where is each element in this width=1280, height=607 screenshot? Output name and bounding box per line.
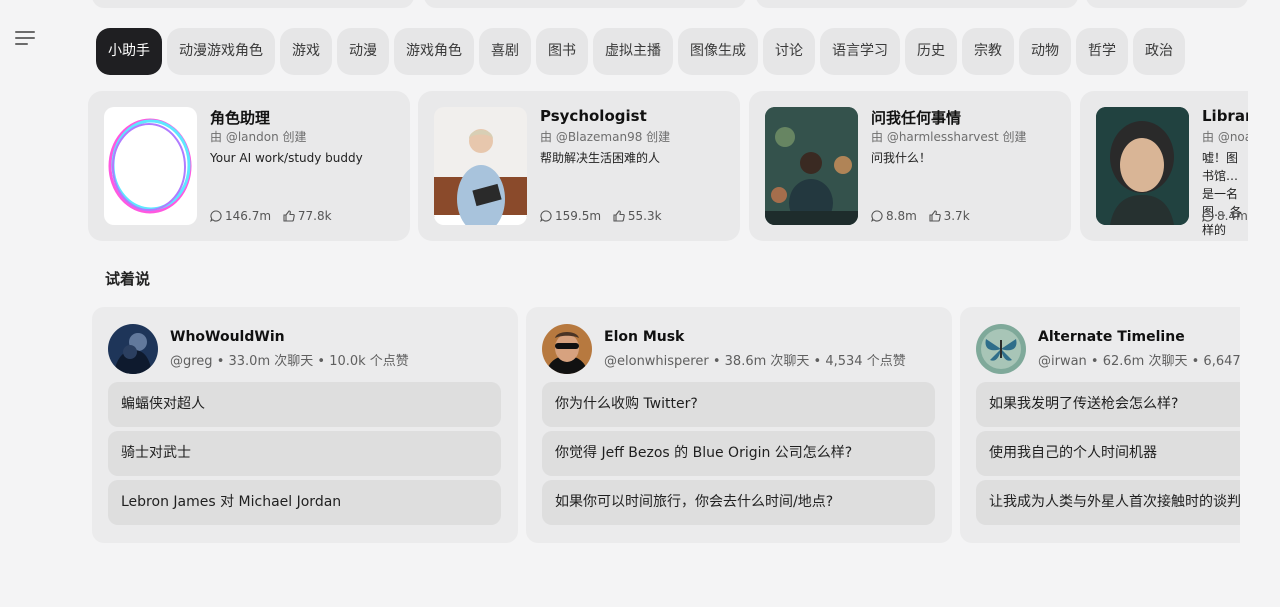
character-description: Your AI work/study buddy bbox=[210, 151, 363, 165]
character-avatar bbox=[1096, 107, 1189, 225]
category-tab[interactable]: 讨论 bbox=[763, 28, 815, 75]
like-count: 55.3k bbox=[627, 209, 662, 223]
category-tab[interactable]: 动漫游戏角色 bbox=[167, 28, 275, 75]
character-name: 问我任何事情 bbox=[871, 109, 962, 127]
chat-bubble-icon bbox=[540, 210, 552, 222]
try-card: WhoWouldWin @greg • 33.0m 次聊天 • 10.0k 个点… bbox=[92, 307, 518, 543]
character-creator: 由 @noa bbox=[1202, 130, 1248, 144]
chat-count: 38.6m 次聊天 bbox=[724, 354, 810, 369]
category-tab[interactable]: 动漫 bbox=[337, 28, 389, 75]
hamburger-menu-icon[interactable] bbox=[13, 28, 39, 48]
avatar[interactable] bbox=[976, 324, 1026, 374]
character-description: 帮助解决生活困难的人 bbox=[540, 151, 661, 165]
character-avatar bbox=[765, 107, 858, 225]
character-stats: 146.7m 77.8k bbox=[210, 209, 340, 223]
character-stats: 8.8m 3.7k bbox=[871, 209, 978, 223]
character-avatar bbox=[104, 107, 197, 225]
chat-count: 146.7m bbox=[225, 209, 272, 223]
chat-bubble-icon bbox=[1202, 210, 1214, 222]
character-card[interactable]: Psychologist 由 @Blazeman98 创建 帮助解决生活困难的人… bbox=[418, 91, 740, 241]
chat-count: 33.0m 次聊天 bbox=[228, 354, 314, 369]
character-stats: 159.5m 55.3k bbox=[540, 209, 670, 223]
top-cut-off-cards bbox=[0, 0, 1280, 8]
character-card[interactable]: 问我任何事情 由 @harmlessharvest 创建 问我什么！ 8.8m … bbox=[749, 91, 1071, 241]
category-tab[interactable]: 动物 bbox=[1019, 28, 1071, 75]
prompt-suggestion[interactable]: 如果你可以时间旅行，你会去什么时间/地点? bbox=[542, 480, 935, 525]
category-tab[interactable]: 游戏 bbox=[280, 28, 332, 75]
try-card: Elon Musk @elonwhisperer • 38.6m 次聊天 • 4… bbox=[526, 307, 952, 543]
category-tab[interactable]: 政治 bbox=[1133, 28, 1185, 75]
category-tab[interactable]: 游戏角色 bbox=[394, 28, 474, 75]
character-avatar bbox=[434, 107, 527, 225]
prompt-suggestion[interactable]: 骑士对武士 bbox=[108, 431, 501, 476]
thumbs-up-icon bbox=[929, 210, 941, 222]
like-count: 77.8k bbox=[297, 209, 332, 223]
category-tab[interactable]: 哲学 bbox=[1076, 28, 1128, 75]
thumbs-up-icon bbox=[613, 210, 625, 222]
prompt-suggestion[interactable]: 如果我发明了传送枪会怎么样? bbox=[976, 382, 1240, 427]
prompt-suggestion[interactable]: Lebron James 对 Michael Jordan bbox=[108, 480, 501, 525]
prompt-suggestion[interactable]: 蝙蝠侠对超人 bbox=[108, 382, 501, 427]
avatar[interactable] bbox=[542, 324, 592, 374]
like-count: 10.0k 个点赞 bbox=[329, 354, 409, 369]
character-creator: 由 @harmlessharvest 创建 bbox=[871, 130, 1027, 144]
category-tab[interactable]: 语言学习 bbox=[820, 28, 900, 75]
character-handle: @elonwhisperer bbox=[604, 354, 709, 369]
category-tab[interactable]: 喜剧 bbox=[479, 28, 531, 75]
avatar[interactable] bbox=[108, 324, 158, 374]
character-name[interactable]: WhoWouldWin bbox=[170, 329, 285, 345]
chat-bubble-icon bbox=[210, 210, 222, 222]
like-count: 3.7k bbox=[943, 209, 970, 223]
category-tab[interactable]: 图书 bbox=[536, 28, 588, 75]
thumbs-up-icon bbox=[283, 210, 295, 222]
chat-bubble-icon bbox=[871, 210, 883, 222]
character-name[interactable]: Elon Musk bbox=[604, 329, 684, 345]
character-card[interactable]: 角色助理 由 @landon 创建 Your AI work/study bud… bbox=[88, 91, 410, 241]
character-handle: @irwan bbox=[1038, 354, 1087, 369]
character-description: 嘘！图书馆… 是一名图… 各样的书… bbox=[1202, 151, 1242, 237]
try-card: Alternate Timeline @irwan • 62.6m 次聊天 • … bbox=[960, 307, 1240, 543]
character-meta: @greg • 33.0m 次聊天 • 10.0k 个点赞 bbox=[170, 354, 409, 369]
chat-count: 8.4m bbox=[1217, 209, 1248, 223]
character-handle: @greg bbox=[170, 354, 213, 369]
category-tab[interactable]: 历史 bbox=[905, 28, 957, 75]
try-saying-row: WhoWouldWin @greg • 33.0m 次聊天 • 10.0k 个点… bbox=[92, 307, 1240, 543]
prompt-suggestion[interactable]: 让我成为人类与外星人首次接触时的谈判者 bbox=[976, 480, 1240, 525]
category-tab[interactable]: 宗教 bbox=[962, 28, 1014, 75]
character-name: 角色助理 bbox=[210, 109, 271, 127]
prompt-suggestion[interactable]: 使用我自己的个人时间机器 bbox=[976, 431, 1240, 476]
character-stats: 8.4m bbox=[1202, 209, 1248, 223]
chat-count: 8.8m bbox=[886, 209, 917, 223]
character-meta: @irwan • 62.6m 次聊天 • 6,647 bbox=[1038, 354, 1240, 369]
character-card[interactable]: Librarian 由 @noa 嘘！图书馆… 是一名图… 各样的书… 8.4m bbox=[1080, 91, 1248, 241]
category-tabs: 小助手 动漫游戏角色 游戏 动漫 游戏角色 喜剧 图书 虚拟主播 图像生成 讨论 语言学习 历史 宗教动… bbox=[96, 28, 1248, 76]
character-name[interactable]: Alternate Timeline bbox=[1038, 329, 1185, 345]
character-name: Psychologist bbox=[540, 107, 647, 125]
category-tab[interactable]: 小助手 bbox=[96, 28, 162, 75]
prompt-suggestion[interactable]: 你为什么收购 Twitter? bbox=[542, 382, 935, 427]
character-cards-row: 角色助理 由 @landon 创建 Your AI work/study bud… bbox=[88, 91, 1248, 241]
prompt-suggestion[interactable]: 你觉得 Jeff Bezos 的 Blue Origin 公司怎么样? bbox=[542, 431, 935, 476]
character-meta: @elonwhisperer • 38.6m 次聊天 • 4,534 个点赞 bbox=[604, 354, 906, 369]
character-creator: 由 @landon 创建 bbox=[210, 130, 307, 144]
like-count: 6,647 bbox=[1203, 354, 1240, 369]
character-creator: 由 @Blazeman98 创建 bbox=[540, 130, 671, 144]
like-count: 4,534 个点赞 bbox=[825, 354, 906, 369]
section-title: 试着说 bbox=[105, 270, 151, 288]
category-tab[interactable]: 虚拟主播 bbox=[593, 28, 673, 75]
character-name: Librarian bbox=[1202, 107, 1248, 125]
character-description: 问我什么！ bbox=[871, 151, 932, 165]
chat-count: 159.5m bbox=[555, 209, 602, 223]
chat-count: 62.6m 次聊天 bbox=[1102, 354, 1188, 369]
category-tab[interactable]: 图像生成 bbox=[678, 28, 758, 75]
